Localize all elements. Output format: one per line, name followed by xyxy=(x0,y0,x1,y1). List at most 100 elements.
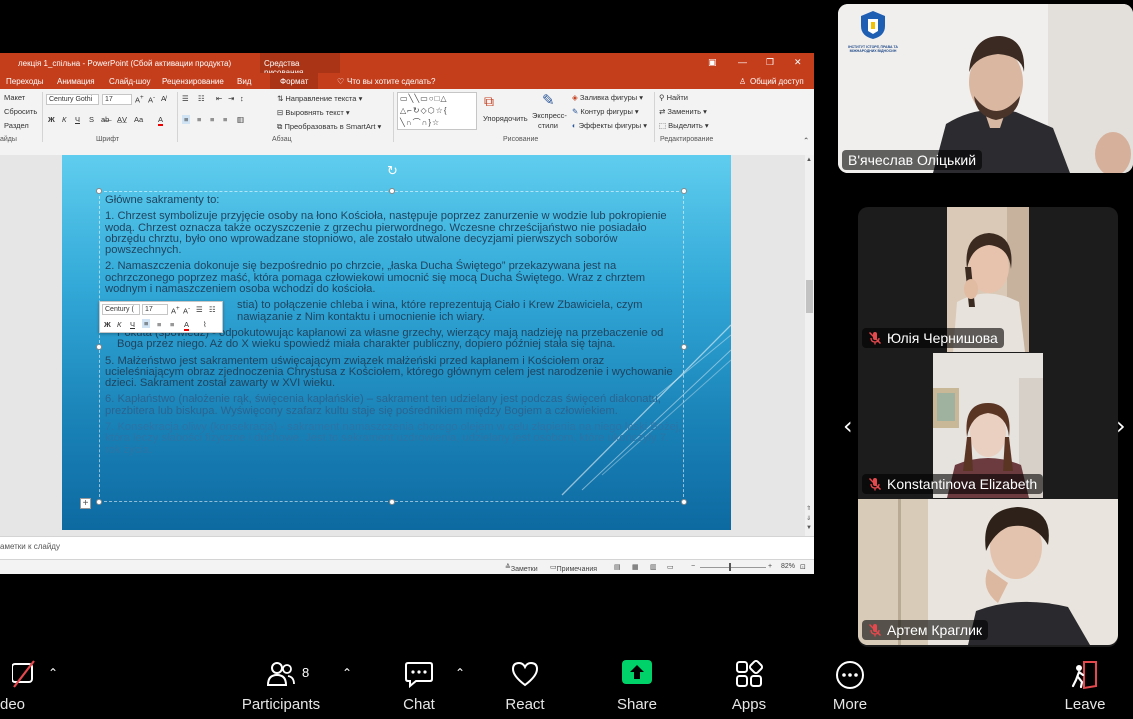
chat-button[interactable]: Chat xyxy=(394,647,444,719)
justify-icon[interactable]: ≡ xyxy=(223,115,227,124)
restore-icon[interactable]: ❐ xyxy=(766,57,774,68)
align-right-icon[interactable]: ≡ xyxy=(210,115,214,124)
resize-handle[interactable] xyxy=(681,188,687,194)
mini-format-painter-icon[interactable]: ⌇ xyxy=(203,320,207,329)
text-direction-button[interactable]: ⇅ Направление текста ▾ xyxy=(277,94,362,103)
underline-icon[interactable]: Ч xyxy=(75,115,80,124)
reading-view-icon[interactable]: ▥ xyxy=(650,563,657,571)
spacing-icon[interactable]: A̲V̲ xyxy=(117,115,127,124)
replace-button[interactable]: ⇄ Заменить ▾ xyxy=(659,107,707,116)
font-color-icon[interactable]: A xyxy=(158,115,164,126)
tab-format[interactable]: Формат xyxy=(270,73,319,89)
shrink-font-icon[interactable]: A- xyxy=(148,94,155,105)
status-comments-button[interactable]: ▭ Примечания xyxy=(550,563,597,573)
smartart-button[interactable]: ⧉ Преобразовать в SmartArt ▾ xyxy=(277,122,381,132)
mini-italic-icon[interactable]: К xyxy=(117,320,121,329)
resize-handle[interactable] xyxy=(389,188,395,194)
rotate-handle-icon[interactable]: ↻ xyxy=(387,163,398,179)
slide-vertical-scrollbar[interactable]: ▲ ⇑ ⇓ ▼ xyxy=(805,155,814,536)
collapse-ribbon-icon[interactable]: ⌃ xyxy=(803,136,809,145)
columns-icon[interactable]: ▥ xyxy=(237,115,244,124)
bullets-icon[interactable]: ☰ xyxy=(182,94,189,103)
chat-options-chevron-icon[interactable]: ⌃ xyxy=(455,666,465,680)
mini-font-color-icon[interactable]: A xyxy=(184,320,190,331)
tab-animation[interactable]: Анимация xyxy=(57,77,95,86)
resize-handle[interactable] xyxy=(96,188,102,194)
resize-handle[interactable] xyxy=(389,499,395,505)
next-slide-icon[interactable]: ⇓ xyxy=(806,515,811,522)
slide-canvas[interactable]: ↻ + Główne sakramenty to: 1. Chrzest sym… xyxy=(62,155,731,530)
speaker-video-tile[interactable]: ІНСТИТУТ ІСТОРІЇ, ПРАВА ТА МІЖНАРОДНИХ В… xyxy=(838,4,1133,173)
quick-styles-button[interactable]: Экспресс- xyxy=(532,111,567,120)
layout-button[interactable]: Макет xyxy=(4,93,25,102)
bold-icon[interactable]: Ж xyxy=(48,115,55,124)
numbering-icon[interactable]: ☷ xyxy=(198,94,205,103)
tell-me-input[interactable]: Что вы хотите сделать? xyxy=(347,77,435,86)
gallery-prev-icon[interactable]: ‹ xyxy=(843,412,853,440)
mini-font-select[interactable]: Century ( xyxy=(102,304,140,315)
zoom-level[interactable]: 82% xyxy=(781,563,795,570)
status-notes-button[interactable]: ≙ Заметки xyxy=(505,563,538,573)
shadow-icon[interactable]: S xyxy=(89,115,94,124)
scroll-thumb[interactable] xyxy=(806,280,813,313)
resize-handle[interactable] xyxy=(681,499,687,505)
mini-grow-font-icon[interactable]: A+ xyxy=(171,305,180,316)
ppt-share-button[interactable]: Общий доступ xyxy=(750,77,804,86)
grow-font-icon[interactable]: A+ xyxy=(135,94,144,105)
find-button[interactable]: ⚲ Найти xyxy=(659,93,688,102)
resize-handle[interactable] xyxy=(96,499,102,505)
resize-handle[interactable] xyxy=(96,344,102,350)
arrange-button[interactable]: Упорядочить xyxy=(483,114,528,123)
normal-view-icon[interactable]: ▤ xyxy=(614,563,621,571)
share-screen-button[interactable]: Share xyxy=(612,647,662,719)
fit-slide-icon[interactable]: ⊡ xyxy=(800,563,806,571)
slideshow-view-icon[interactable]: ▭ xyxy=(667,563,674,571)
notes-pane[interactable]: аметки к слайду xyxy=(0,536,814,559)
scroll-down-icon[interactable]: ▼ xyxy=(806,525,812,531)
shapes-gallery[interactable]: ▭╲╲▭○□△ △⌐↻◇⬡☆{╲∩⌒∩}☆ xyxy=(397,92,477,130)
align-left-icon[interactable]: ≡ xyxy=(182,115,191,124)
mini-underline-icon[interactable]: Ч xyxy=(130,320,135,329)
scroll-up-icon[interactable]: ▲ xyxy=(806,157,812,163)
leave-button[interactable]: Leave xyxy=(1060,647,1110,719)
select-button[interactable]: ⬚ Выделить ▾ xyxy=(659,121,709,130)
zoom-in-icon[interactable]: + xyxy=(768,563,772,570)
section-button[interactable]: Раздел xyxy=(4,121,29,130)
gallery-next-icon[interactable]: › xyxy=(1116,412,1126,440)
font-name-select[interactable]: Century Gothi xyxy=(46,94,99,105)
line-spacing-icon[interactable]: ↕ xyxy=(240,94,244,103)
expand-icon[interactable]: + xyxy=(80,498,91,509)
tab-slideshow[interactable]: Слайд-шоу xyxy=(109,77,150,86)
react-button[interactable]: React xyxy=(500,647,550,719)
mini-size-select[interactable]: 17 xyxy=(142,304,168,315)
change-case-icon[interactable]: Aa xyxy=(134,115,143,124)
tab-review[interactable]: Рецензирование xyxy=(162,77,224,86)
apps-button[interactable]: Apps xyxy=(724,647,774,719)
indent-decrease-icon[interactable]: ⇤ xyxy=(216,94,222,103)
more-button[interactable]: More xyxy=(825,647,875,719)
participants-button[interactable]: Participants xyxy=(236,647,326,719)
mini-bold-icon[interactable]: Ж xyxy=(104,320,111,329)
align-center-icon[interactable]: ≡ xyxy=(197,115,201,124)
reset-button[interactable]: Сбросить xyxy=(4,107,37,116)
zoom-slider[interactable] xyxy=(700,567,766,568)
minimize-icon[interactable]: — xyxy=(738,57,747,67)
zoom-slider-thumb[interactable] xyxy=(729,563,731,571)
shape-effects-button[interactable]: ◐ Эффекты фигуры ▾ xyxy=(572,121,647,130)
strikethrough-icon[interactable]: a̶b̶ xyxy=(101,115,109,124)
zoom-out-icon[interactable]: − xyxy=(691,563,695,570)
shape-outline-button[interactable]: ✎ Контур фигуры ▾ xyxy=(572,107,639,116)
mini-align-right-icon[interactable]: ≡ xyxy=(170,320,174,329)
mini-align-left-icon[interactable]: ≡ xyxy=(142,319,151,328)
shape-fill-button[interactable]: ◈ Заливка фигуры ▾ xyxy=(572,93,643,102)
clear-format-icon[interactable]: A̸ xyxy=(161,94,166,103)
participants-options-chevron-icon[interactable]: ⌃ xyxy=(342,666,352,680)
indent-increase-icon[interactable]: ⇥ xyxy=(228,94,234,103)
tab-transitions[interactable]: Переходы xyxy=(6,77,44,86)
mini-shrink-font-icon[interactable]: A- xyxy=(183,305,190,316)
align-text-button[interactable]: ⊟ Выровнять текст ▾ xyxy=(277,108,350,117)
italic-icon[interactable]: К xyxy=(62,115,66,124)
mini-align-center-icon[interactable]: ≡ xyxy=(157,320,161,329)
mini-numbering-icon[interactable]: ☷ xyxy=(209,305,216,314)
mini-bullets-icon[interactable]: ☰ xyxy=(196,305,203,314)
